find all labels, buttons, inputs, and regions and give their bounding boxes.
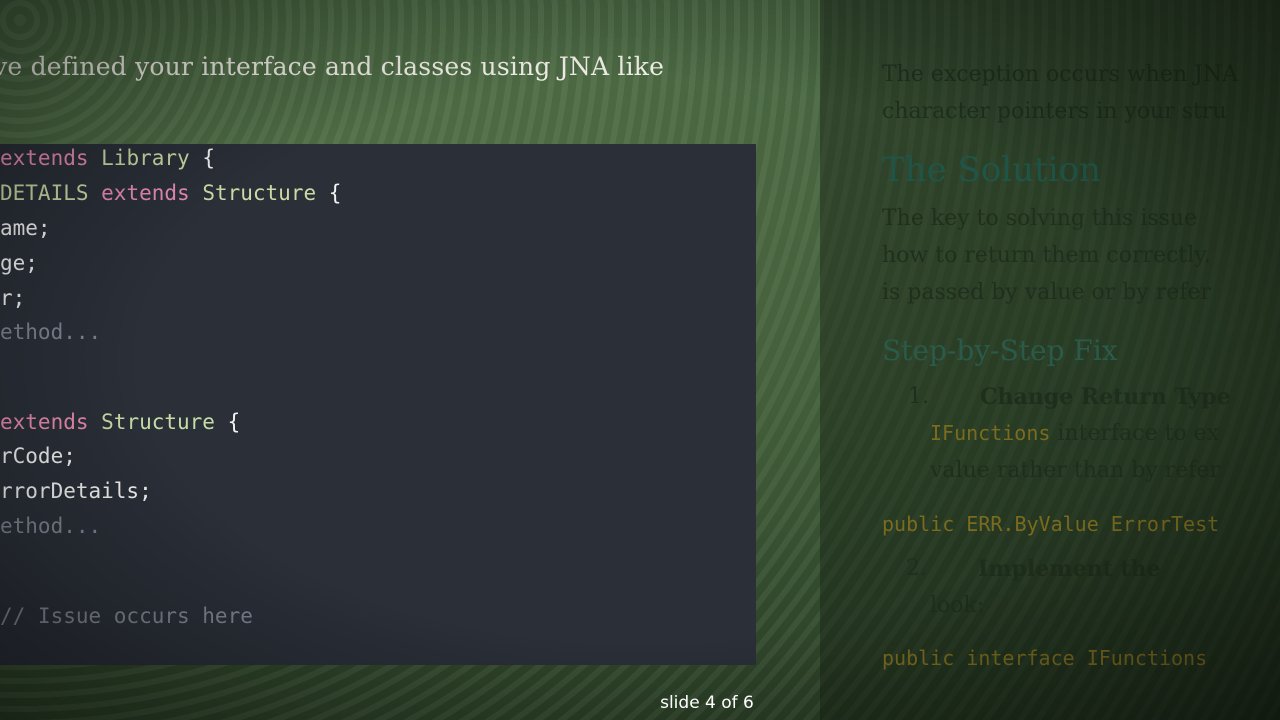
- rp-list-bold: Change Return Type: [980, 384, 1231, 410]
- rp-paragraph-line: is passed by value or by refer: [882, 280, 1211, 305]
- code-line-3: ame;: [0, 216, 51, 240]
- rp-heading-solution: The Solution: [882, 150, 1101, 190]
- rp-heading-steps: Step-by-Step Fix: [882, 334, 1118, 367]
- rp-list-line: look:: [930, 593, 985, 618]
- code-type: Library: [88, 146, 190, 170]
- code-line-2: DETAILS extends Structure {: [0, 179, 341, 207]
- rp-code-line: public interface IFunctions: [882, 646, 1208, 670]
- code-line-11: // Issue occurs here: [0, 604, 253, 628]
- rp-text: interface to ex: [1050, 421, 1220, 446]
- rp-list-bold: Implement the: [978, 556, 1161, 582]
- code-line-7: extends Structure {: [0, 408, 240, 436]
- rp-paragraph-line: how to return them correctly.: [882, 243, 1211, 268]
- rp-code-line: public ERR.ByValue ErrorTest: [882, 512, 1220, 536]
- code-type: DETAILS: [0, 181, 89, 205]
- code-line-4: ge;: [0, 251, 38, 275]
- slide-counter: slide 4 of 6: [660, 693, 754, 713]
- code-line-10: ethod...: [0, 514, 102, 538]
- code-punct: {: [316, 181, 342, 205]
- code-keyword: extends: [0, 146, 89, 170]
- slide-headline: ave defined your interface and classes u…: [0, 52, 665, 81]
- code-type: Structure: [189, 181, 317, 205]
- rp-paragraph-line: character pointers in your stru: [882, 99, 1227, 124]
- code-line-5: r;: [0, 286, 26, 310]
- rp-list-number: 1.: [908, 384, 929, 409]
- code-keyword: extends: [88, 181, 190, 205]
- rp-list-line: value rather than by refer: [930, 458, 1220, 483]
- rp-list-line: IFunctions interface to ex: [930, 421, 1219, 446]
- faded-next-slide-panel: The exception occurs when JNA character …: [820, 0, 1280, 720]
- rp-inline-code: IFunctions: [930, 421, 1051, 445]
- code-line-6: ethod...: [0, 320, 102, 344]
- code-line-1: extends Library {: [0, 144, 215, 172]
- code-line-8: rCode;: [0, 444, 76, 468]
- rp-list-number: 2.: [906, 556, 927, 581]
- code-keyword: extends: [0, 410, 89, 434]
- code-punct: {: [189, 146, 215, 170]
- code-type: Structure: [88, 410, 215, 434]
- code-line-9: rrorDetails;: [0, 479, 152, 503]
- rp-paragraph-line: The key to solving this issue: [882, 206, 1198, 231]
- code-punct: {: [214, 410, 241, 434]
- rp-paragraph-line: The exception occurs when JNA: [882, 62, 1238, 87]
- slide-main-area: ave defined your interface and classes u…: [0, 0, 820, 720]
- code-block: extends Library { DETAILS extends Struct…: [0, 144, 756, 665]
